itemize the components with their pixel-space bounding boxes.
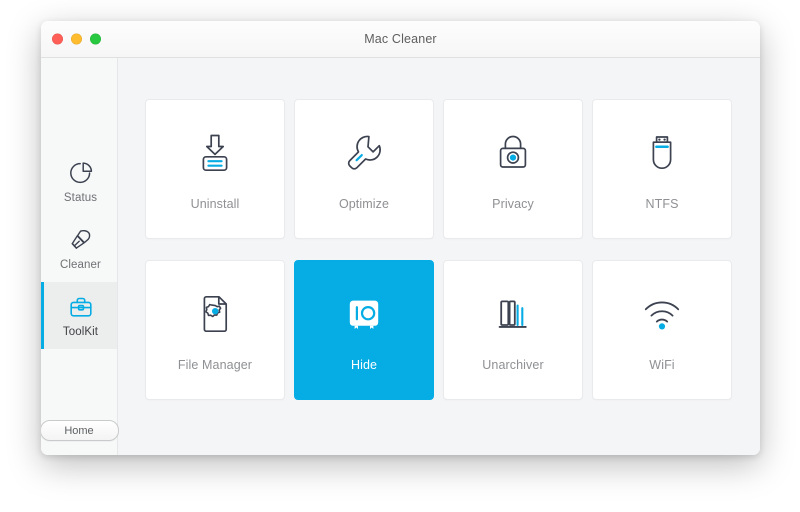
sidebar-item-status[interactable]: Status (41, 148, 117, 215)
tool-card-unarchiver[interactable]: Unarchiver (443, 260, 583, 400)
tool-card-hide[interactable]: Hide (294, 260, 434, 400)
tool-label: Optimize (338, 197, 390, 211)
home-button-container: Home (41, 420, 119, 455)
safe-vault-icon (338, 288, 390, 340)
tool-card-optimize[interactable]: Optimize (294, 99, 434, 239)
close-window-button[interactable] (52, 33, 63, 45)
sidebar-item-toolkit[interactable]: ToolKit (41, 282, 117, 349)
usb-drive-icon (636, 127, 688, 179)
toolbox-icon (67, 293, 95, 321)
content-area: Uninstall Optimize Privacy NTFS File Man… (118, 58, 760, 455)
sidebar-item-label: ToolKit (62, 326, 99, 338)
uninstall-icon (189, 127, 241, 179)
tool-label: Uninstall (190, 197, 240, 211)
sidebar-item-label: Cleaner (60, 259, 101, 271)
traffic-light-controls (52, 33, 101, 45)
pie-chart-icon (67, 159, 95, 187)
tool-label: NTFS (645, 197, 679, 211)
tool-card-ntfs[interactable]: NTFS (592, 99, 732, 239)
tool-card-wifi[interactable]: WiFi (592, 260, 732, 400)
window-body: Status Cleaner ToolKit Home Uninstall Op… (41, 58, 760, 455)
tool-card-file-manager[interactable]: File Manager (145, 260, 285, 400)
tool-card-privacy[interactable]: Privacy (443, 99, 583, 239)
tool-label: WiFi (649, 358, 675, 372)
sidebar-nav: Status Cleaner ToolKit (41, 148, 117, 349)
sidebar-item-cleaner[interactable]: Cleaner (41, 215, 117, 282)
app-window: Mac Cleaner Status Cleaner ToolKit Home … (41, 21, 760, 455)
tool-grid: Uninstall Optimize Privacy NTFS File Man… (145, 99, 733, 400)
file-gear-icon (189, 288, 241, 340)
tool-label: File Manager (177, 358, 253, 372)
sidebar: Status Cleaner ToolKit Home (41, 58, 119, 455)
minimize-window-button[interactable] (71, 33, 82, 45)
sidebar-item-label: Status (63, 192, 98, 204)
maximize-window-button[interactable] (90, 33, 101, 45)
wifi-icon (636, 288, 688, 340)
title-bar: Mac Cleaner (41, 21, 760, 58)
brush-icon (67, 226, 95, 254)
padlock-icon (487, 127, 539, 179)
wrench-icon (338, 127, 390, 179)
window-title: Mac Cleaner (364, 32, 437, 46)
home-button[interactable]: Home (41, 420, 119, 441)
tool-card-uninstall[interactable]: Uninstall (145, 99, 285, 239)
tool-label: Unarchiver (482, 358, 544, 372)
archive-bars-icon (487, 288, 539, 340)
tool-label: Hide (350, 358, 378, 372)
tool-label: Privacy (492, 197, 534, 211)
